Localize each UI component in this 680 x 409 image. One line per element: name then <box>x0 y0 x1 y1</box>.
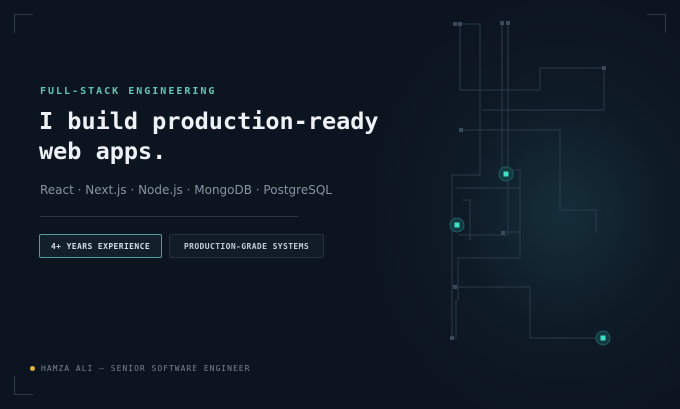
circuit-node-icon <box>595 330 611 346</box>
status-dot-icon <box>30 366 35 371</box>
footer-signature: HAMZA ALI — SENIOR SOFTWARE ENGINEER <box>30 364 250 373</box>
signature-text: HAMZA ALI — SENIOR SOFTWARE ENGINEER <box>41 364 251 373</box>
circuit-node-icon <box>449 217 465 233</box>
divider <box>40 216 298 217</box>
headline-line: web apps. <box>39 137 167 165</box>
section-eyebrow: FULL-STACK ENGINEERING <box>40 86 217 97</box>
circuit-graphic <box>449 21 611 346</box>
page-title: I build production-ready web apps. <box>39 106 439 166</box>
circuit-node-icon <box>498 166 514 182</box>
experience-badge: 4+ YEARS EXPERIENCE <box>39 234 162 258</box>
headline-line: I build production-ready <box>39 107 379 135</box>
systems-badge: PRODUCTION-GRADE SYSTEMS <box>169 234 324 258</box>
tech-stack-list: React · Next.js · Node.js · MongoDB · Po… <box>40 183 332 197</box>
